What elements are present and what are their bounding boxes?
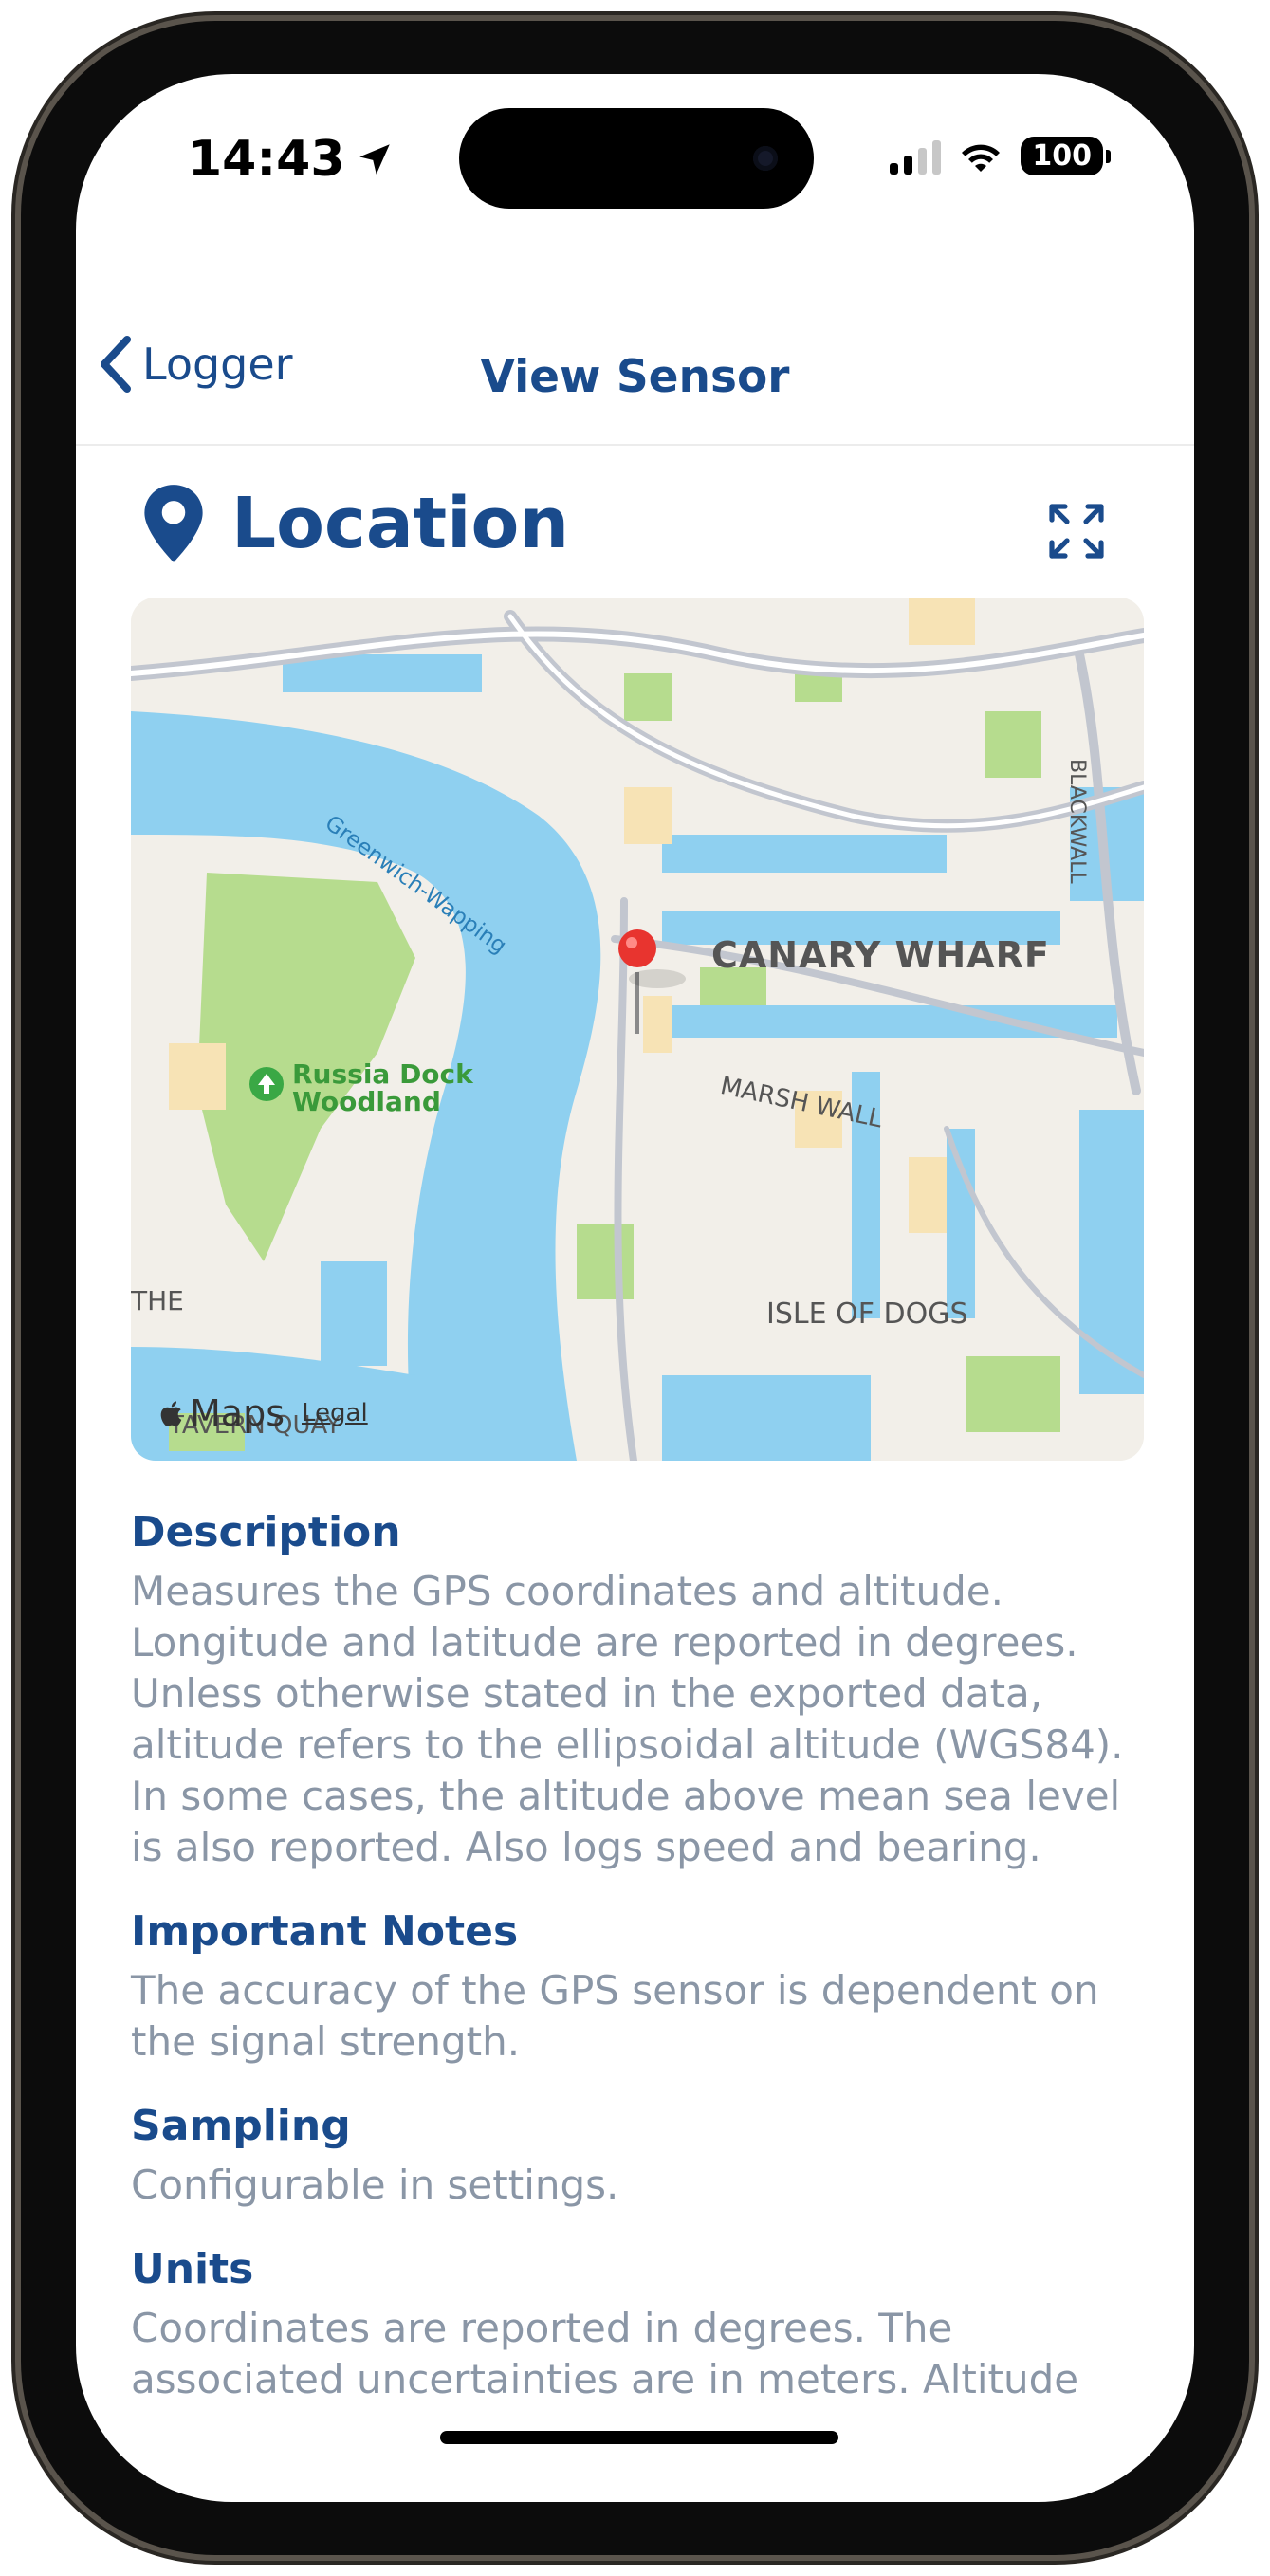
- navigation-bar: Logger View Sensor: [76, 311, 1194, 446]
- status-indicators: 100: [890, 137, 1111, 175]
- apple-logo-icon: [160, 1401, 182, 1426]
- map-view[interactable]: CANARY WHARF Greenwich-Wapping Russia Do…: [131, 598, 1144, 1461]
- legal-link[interactable]: Legal: [302, 1399, 368, 1427]
- section-heading-important-notes: Important Notes: [131, 1907, 519, 1956]
- section-heading-description: Description: [131, 1508, 401, 1556]
- section-body-units: Coordinates are reported in degrees. The…: [131, 2305, 1079, 2402]
- map-label-the: THE: [131, 1285, 184, 1316]
- map-label-blackwall: BLACKWALL: [1065, 759, 1089, 884]
- sensor-info: Description Measures the GPS coordinates…: [131, 1508, 1146, 2439]
- nav-title: View Sensor: [480, 351, 790, 403]
- section-heading-units: Units: [131, 2245, 254, 2293]
- power-button[interactable]: [1249, 835, 1259, 1119]
- map-label-canary-wharf: CANARY WHARF: [711, 934, 1050, 976]
- map-label-isle-of-dogs: ISLE OF DOGS: [766, 1297, 968, 1331]
- status-time: 14:43: [188, 131, 395, 188]
- location-arrow-icon: [359, 144, 390, 175]
- maps-label: Maps: [190, 1392, 285, 1434]
- page-title: Location: [231, 483, 570, 564]
- maps-attribution[interactable]: Maps Legal: [159, 1392, 368, 1434]
- page-heading: Location: [140, 482, 569, 565]
- map-pin-icon: [144, 485, 203, 562]
- home-indicator[interactable]: [440, 2431, 838, 2444]
- battery-indicator: 100: [1021, 137, 1111, 175]
- map-label-russia-dock: Russia Dock Woodland: [292, 1058, 473, 1117]
- volume-up-button[interactable]: [11, 692, 21, 882]
- section-body-sampling: Configurable in settings.: [131, 2162, 619, 2208]
- screen: 14:43 100 Logger View Sensor Location CA…: [76, 74, 1194, 2502]
- volume-down-button[interactable]: [11, 939, 21, 1129]
- dynamic-island: [459, 108, 814, 209]
- section-body-description: Measures the GPS coordinates and altitud…: [131, 1568, 1124, 1870]
- section-body-important-notes: The accuracy of the GPS sensor is depend…: [131, 1967, 1099, 2065]
- cellular-signal-icon: [890, 138, 942, 175]
- section-heading-sampling: Sampling: [131, 2102, 351, 2150]
- wifi-icon: [962, 144, 1001, 172]
- action-button[interactable]: [11, 512, 21, 603]
- expand-icon[interactable]: [1046, 501, 1107, 561]
- map-canvas: [131, 598, 1144, 1461]
